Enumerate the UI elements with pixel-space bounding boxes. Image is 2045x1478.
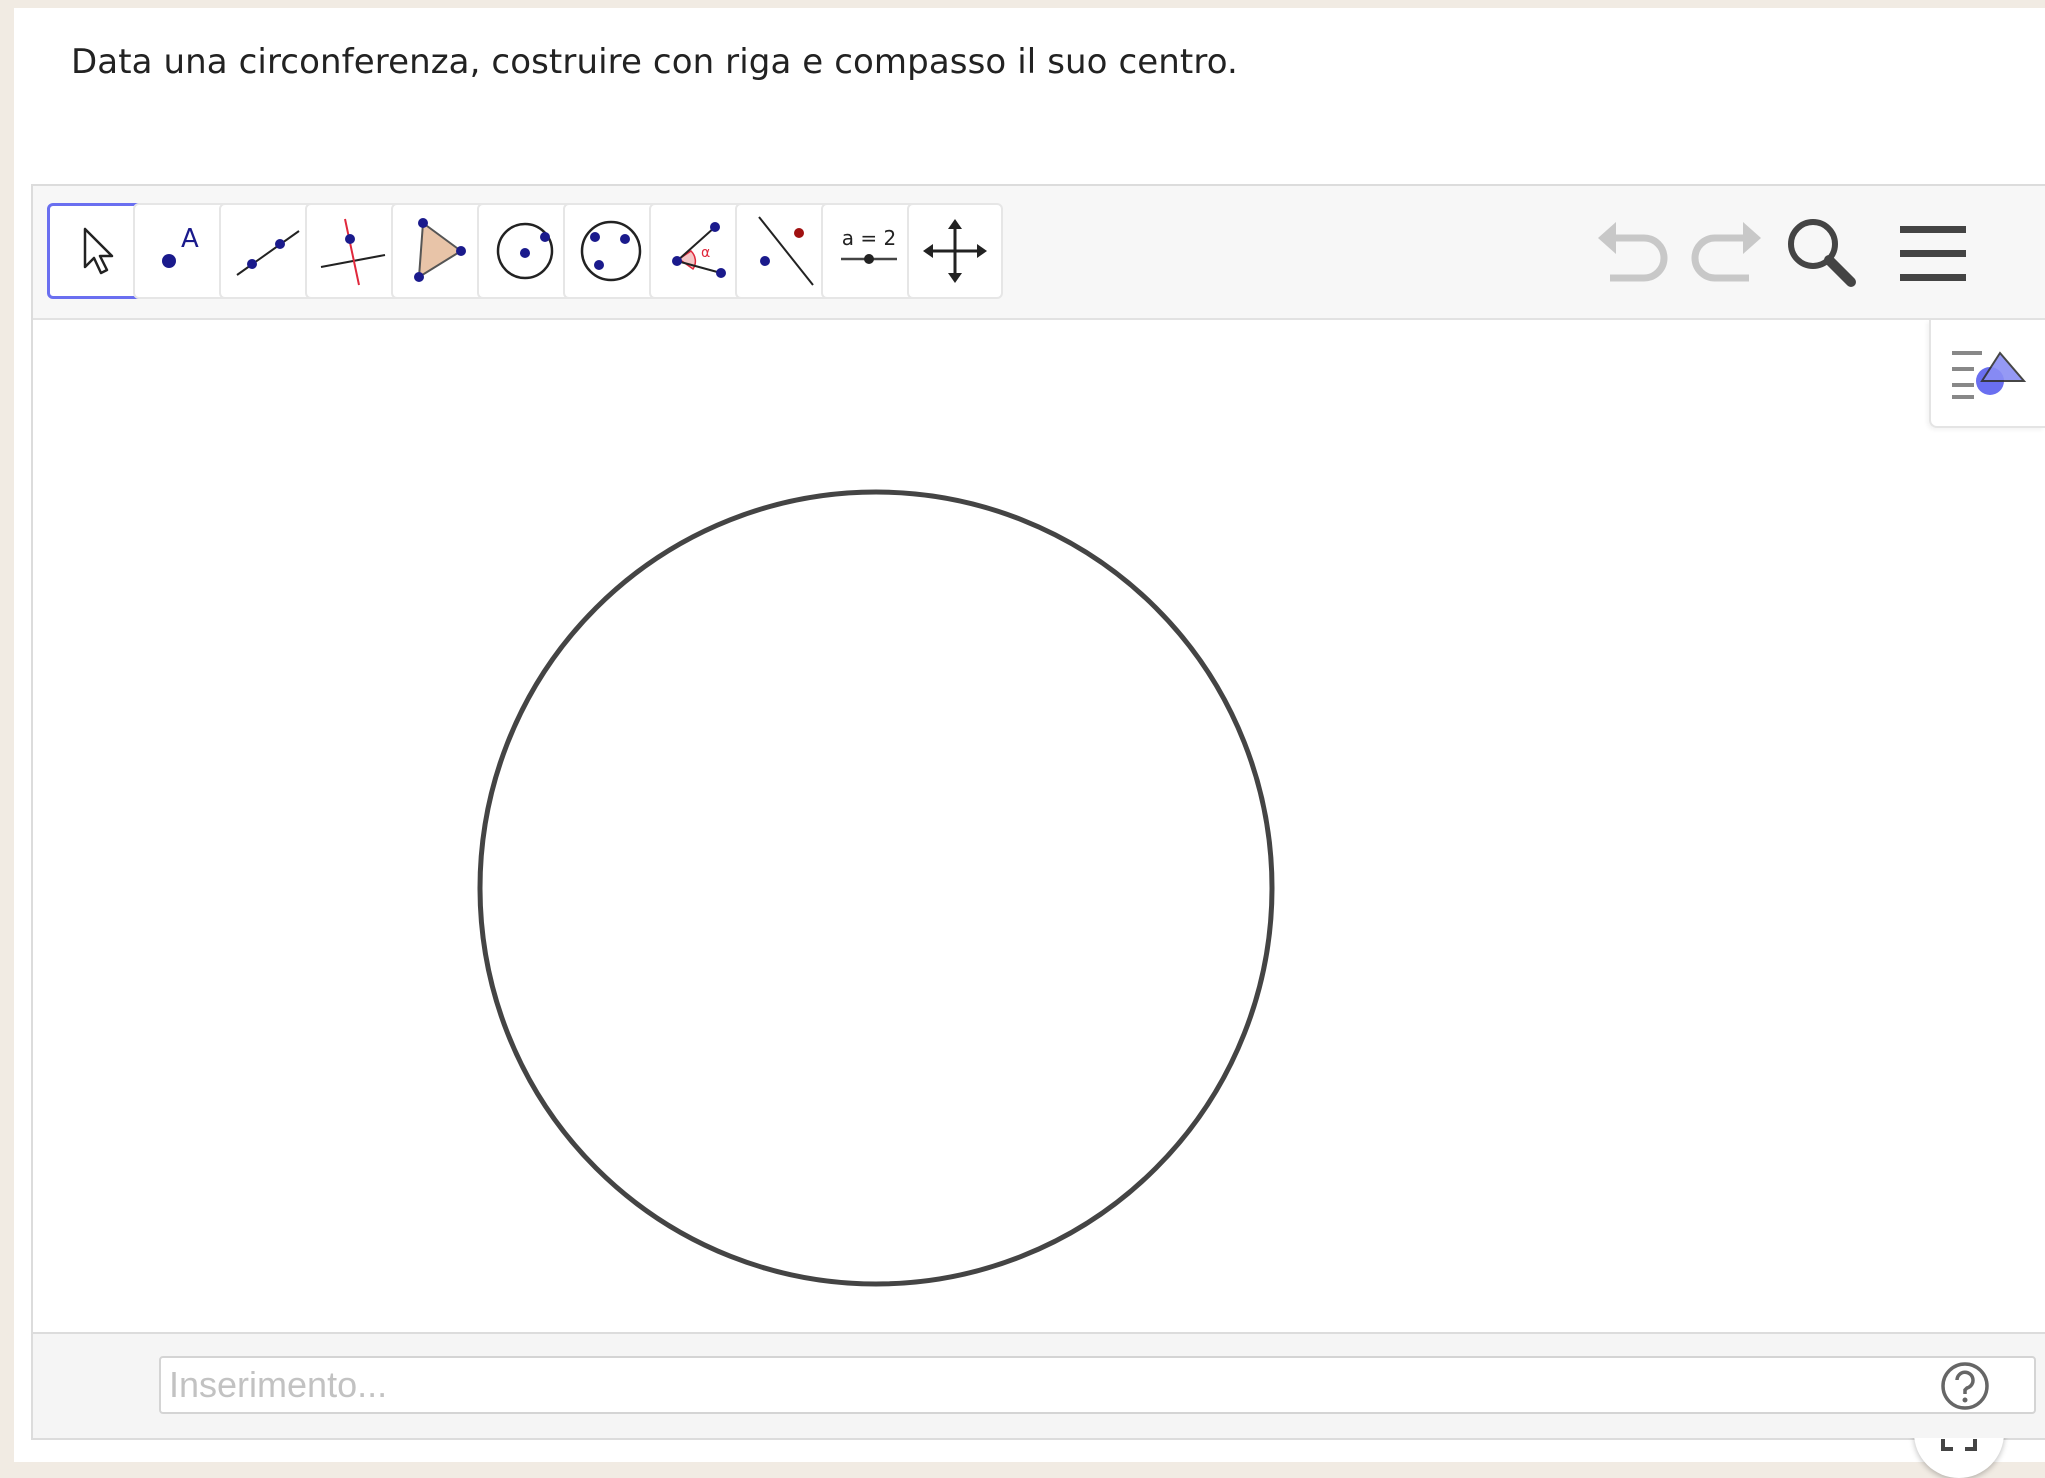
search-icon [1788, 219, 1856, 287]
point-icon-label: A [181, 224, 199, 254]
graphics-view[interactable] [33, 320, 2045, 1478]
reflect-about-line-icon [758, 216, 814, 286]
angle-icon-label: α [701, 245, 710, 261]
tool-slider-button[interactable]: a = 2 [821, 203, 917, 299]
tool-point-button[interactable]: A [133, 203, 229, 299]
tool-circle-center-button[interactable] [477, 203, 573, 299]
help-icon[interactable] [1937, 1358, 1993, 1414]
tool-circle-three-points-button[interactable] [563, 203, 659, 299]
input-bar [33, 1332, 2045, 1438]
toolbar: A α a = 2 [33, 186, 2045, 320]
move-graphics-view-icon [923, 219, 987, 283]
tool-polygon-button[interactable] [391, 203, 487, 299]
circle-three-points-icon [580, 220, 642, 282]
point-icon: A [162, 224, 199, 268]
tool-angle-button[interactable]: α [649, 203, 745, 299]
given-circle[interactable] [477, 489, 1275, 1287]
slider-icon: a = 2 [841, 226, 897, 264]
task-prompt: Data una circonferenza, costruire con ri… [71, 42, 1238, 82]
polygon-icon [414, 218, 466, 282]
slider-icon-label: a = 2 [842, 226, 896, 250]
tool-move-view-button[interactable] [907, 203, 1003, 299]
menu-icon [1900, 226, 1966, 281]
undo-icon [1598, 222, 1668, 282]
search-button[interactable] [1775, 208, 1865, 298]
move-arrow-icon [83, 227, 114, 275]
perpendicular-line-icon [320, 218, 386, 286]
geogebra-applet: A α a = 2 Inserimento... [31, 184, 2045, 1478]
menu-button[interactable] [1888, 208, 1978, 298]
redo-icon [1691, 222, 1761, 282]
undo-button[interactable] [1588, 208, 1678, 298]
style-bar-toggle-icon [1952, 351, 2027, 399]
tool-move-button[interactable] [47, 203, 143, 299]
style-bar-toggle-button[interactable] [1929, 320, 2045, 428]
tool-perpendicular-button[interactable] [305, 203, 401, 299]
tool-line-button[interactable] [219, 203, 315, 299]
graphics-canvas[interactable] [33, 320, 2045, 1330]
algebra-input[interactable] [159, 1356, 2036, 1414]
angle-icon: α [672, 222, 726, 278]
redo-button[interactable] [1681, 208, 1771, 298]
circle-center-point-icon [496, 222, 554, 280]
line-icon [236, 230, 300, 276]
tool-reflect-button[interactable] [735, 203, 831, 299]
